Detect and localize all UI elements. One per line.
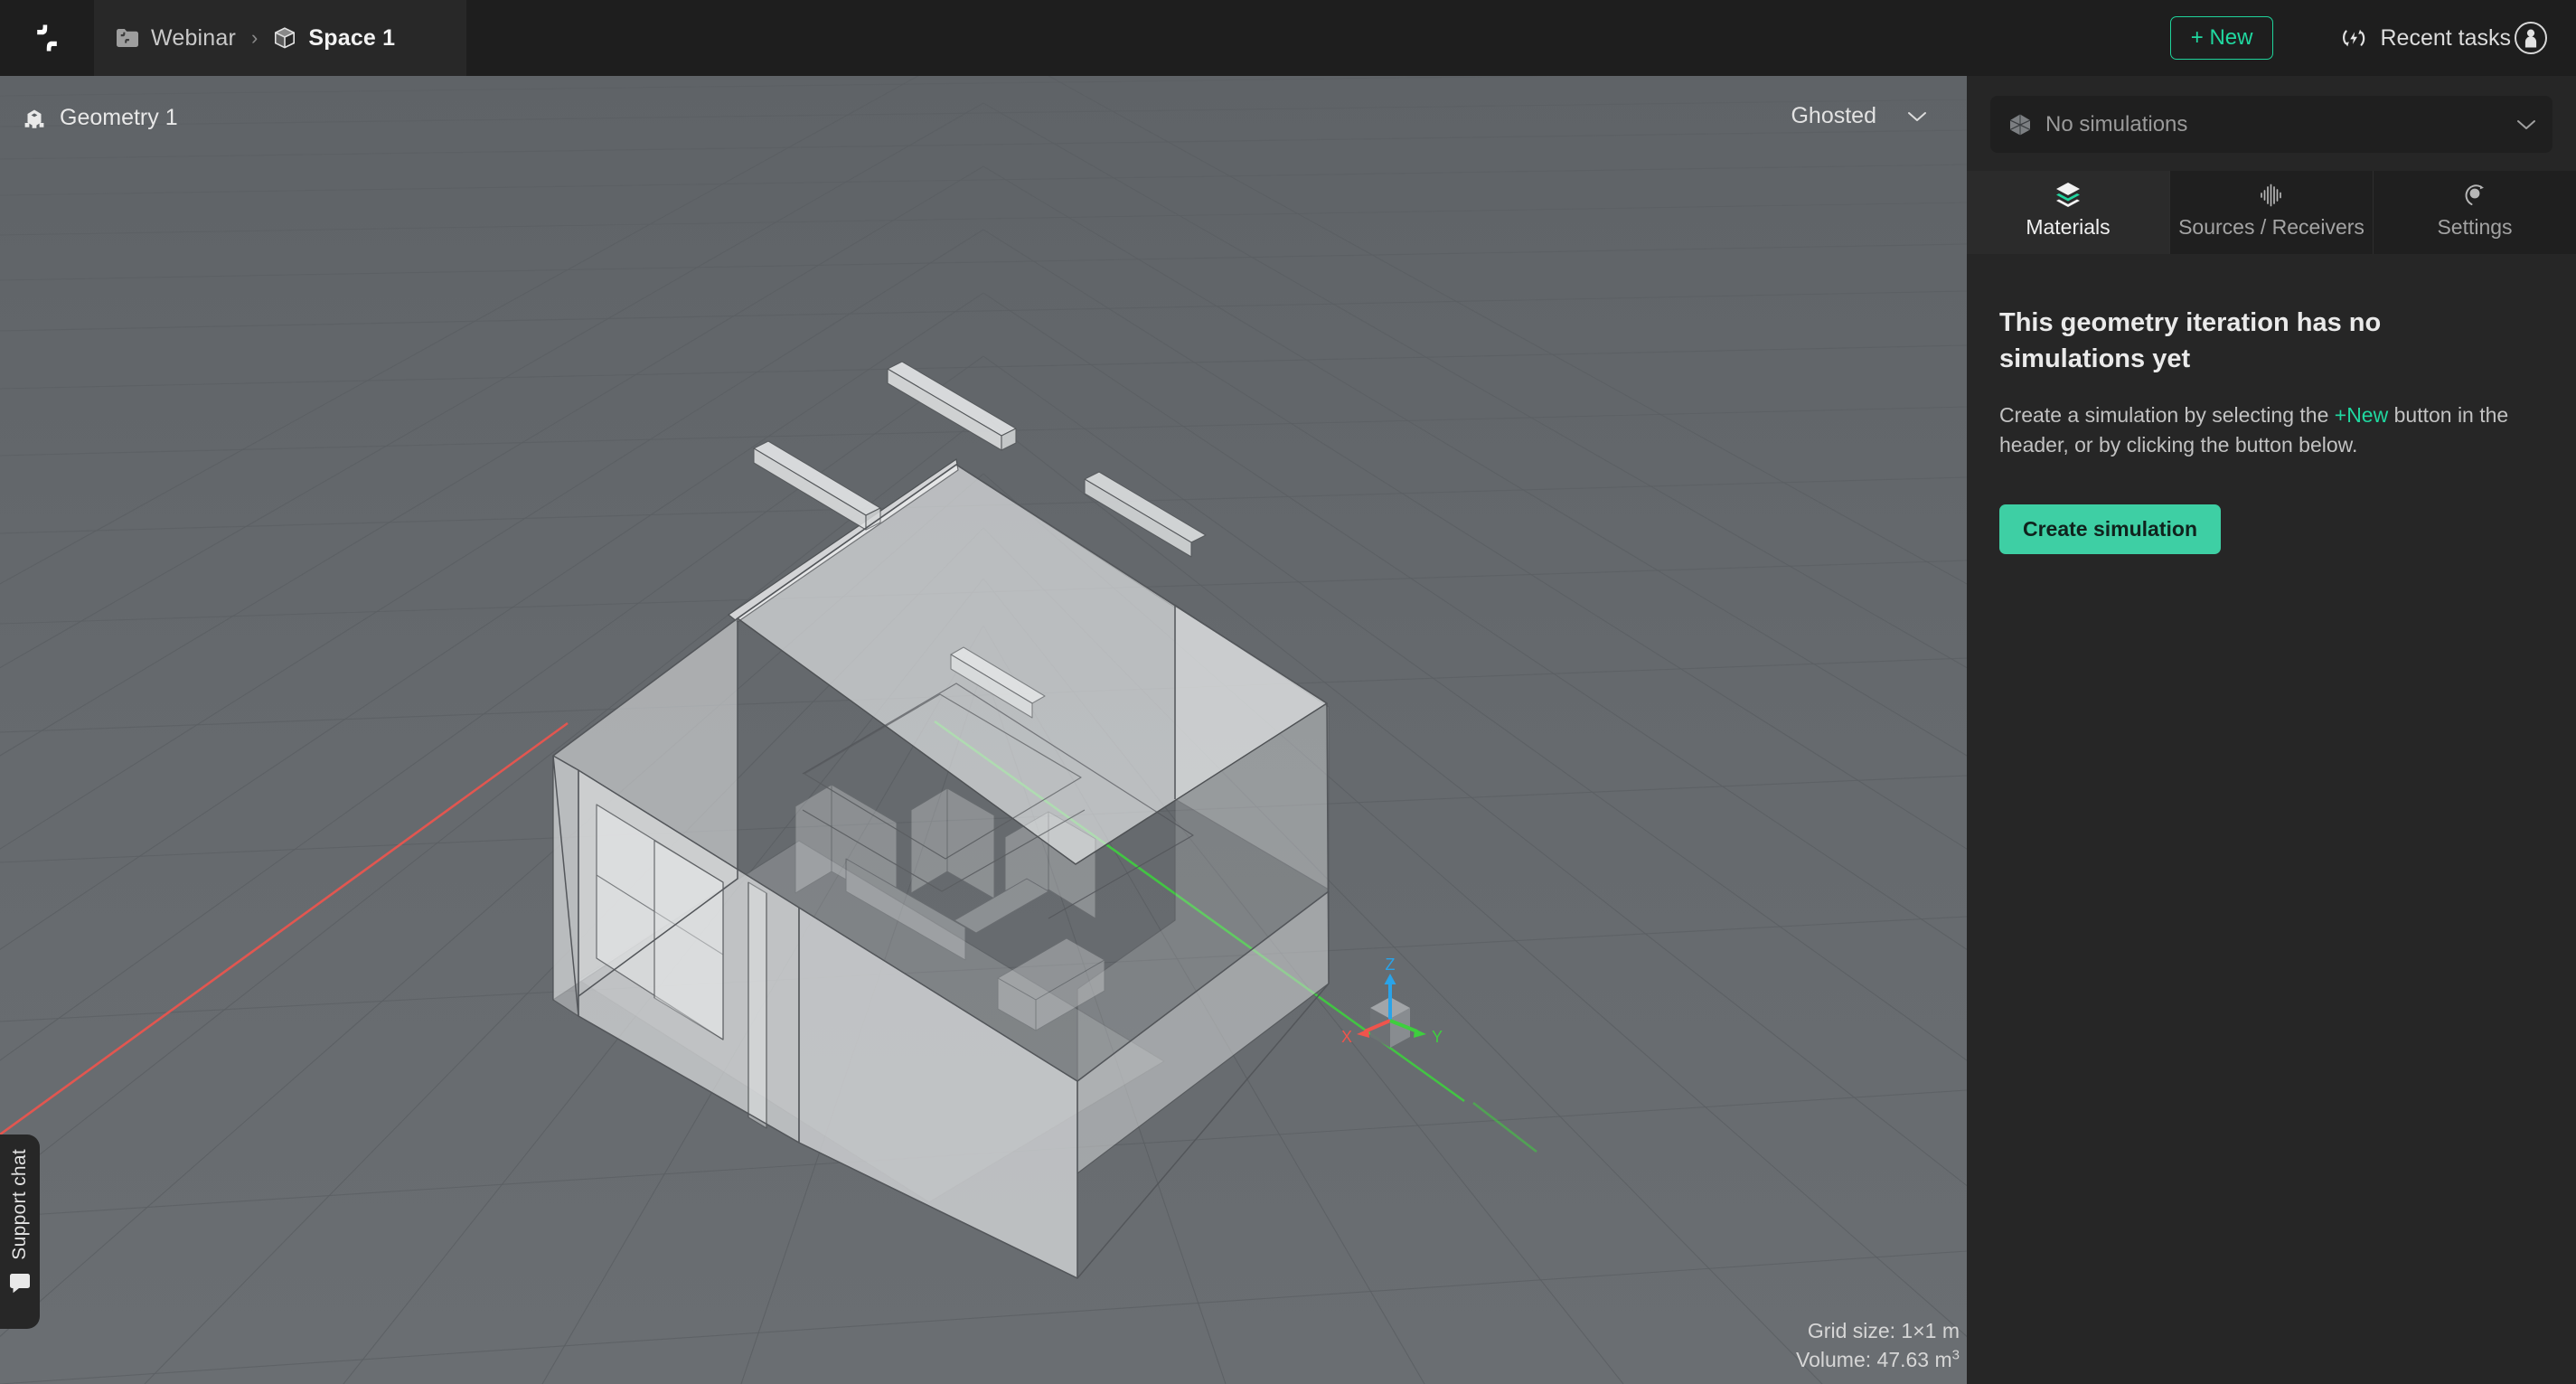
breadcrumb-label-space-1: Space 1 <box>308 24 396 51</box>
tab-materials-label: Materials <box>2026 215 2111 239</box>
volume-exponent: 3 <box>1951 1347 1960 1363</box>
new-button[interactable]: + New <box>2169 16 2274 60</box>
viewport-geometry-label-text: Geometry 1 <box>60 105 178 130</box>
panel-tabs: Materials Sources / Receivers Settings <box>1967 171 2576 254</box>
axis-label-x: X <box>1341 1028 1352 1046</box>
empty-state-description: Create a simulation by selecting the +Ne… <box>1999 400 2542 461</box>
simulation-select[interactable]: No simulations <box>1990 96 2552 153</box>
tab-materials[interactable]: Materials <box>1967 171 2170 254</box>
axis-gizmo[interactable]: Z X Y <box>1338 957 1491 1088</box>
geometry-model-svg <box>552 361 1330 1279</box>
shading-mode-dropdown[interactable]: Ghosted <box>1791 103 1927 129</box>
volume-label: Volume: 47.63 m3 <box>1796 1345 1960 1375</box>
app-root: Webinar › Space 1 + New Recent tasks Geo… <box>0 0 2576 1384</box>
tab-settings[interactable]: Settings <box>2374 171 2576 254</box>
polyhedron-icon <box>2009 114 2031 135</box>
layers-icon <box>2056 183 2080 207</box>
right-panel: No simulations Materials Sources / Recei… <box>1967 76 2576 1384</box>
chevron-down-icon <box>2517 119 2535 129</box>
support-chat-tab[interactable]: Support chat <box>0 1135 40 1329</box>
volume-value: Volume: 47.63 m <box>1796 1348 1952 1372</box>
viewport-geometry-label: Geometry 1 <box>22 105 178 131</box>
folder-icon <box>117 29 138 47</box>
mic-icon <box>2465 184 2484 205</box>
breadcrumb-separator: › <box>251 26 259 49</box>
app-logo-icon <box>37 24 57 52</box>
viewport-info: Grid size: 1×1 m Volume: 47.63 m3 <box>1796 1316 1960 1375</box>
grid-size-label: Grid size: 1×1 m <box>1807 1318 1960 1342</box>
topbar-spacer <box>466 0 2170 76</box>
app-logo-button[interactable] <box>0 0 94 76</box>
empty-state-desc-part1: Create a simulation by selecting the <box>1999 403 2335 428</box>
chat-bubble-icon <box>10 1273 30 1293</box>
geometry-model[interactable] <box>0 76 1967 1384</box>
recent-tasks-button[interactable]: Recent tasks <box>2340 24 2511 52</box>
axis-label-z: Z <box>1386 957 1396 974</box>
empty-state-title: This geometry iteration has no simulatio… <box>1999 308 2382 374</box>
viewport-3d[interactable]: Geometry 1 Ghosted Z X Y Grid size: 1×1 … <box>0 76 1967 1384</box>
refresh-bolt-icon <box>2343 29 2365 47</box>
axis-label-y: Y <box>1432 1028 1443 1046</box>
tab-settings-label: Settings <box>2437 215 2513 239</box>
cube-icon <box>275 27 296 49</box>
shading-mode-value: Ghosted <box>1791 103 1876 128</box>
create-simulation-button[interactable]: Create simulation <box>1999 504 2221 554</box>
top-bar: Webinar › Space 1 + New Recent tasks <box>0 0 2576 76</box>
tab-sources-receivers[interactable]: Sources / Receivers <box>2170 171 2374 254</box>
waveform-icon <box>2261 184 2281 207</box>
breadcrumb-label-webinar: Webinar <box>151 24 237 51</box>
chevron-down-icon <box>1908 111 1926 121</box>
geometry-node-icon <box>24 109 44 128</box>
recent-tasks-label: Recent tasks <box>2380 24 2511 51</box>
breadcrumb-item-space-1[interactable]: Space 1 <box>273 25 395 52</box>
simulation-select-row: No simulations <box>1967 76 2576 171</box>
tab-sources-receivers-label: Sources / Receivers <box>2178 215 2364 239</box>
breadcrumb: Webinar › Space 1 <box>94 0 466 76</box>
simulation-select-value: No simulations <box>2045 111 2188 137</box>
support-chat-label: Support chat <box>9 1149 30 1260</box>
user-avatar-icon[interactable] <box>2511 18 2551 58</box>
panel-body: This geometry iteration has no simulatio… <box>1967 254 2576 1384</box>
empty-state-desc-accent: +New <box>2334 403 2389 428</box>
breadcrumb-item-webinar[interactable]: Webinar <box>116 25 236 52</box>
